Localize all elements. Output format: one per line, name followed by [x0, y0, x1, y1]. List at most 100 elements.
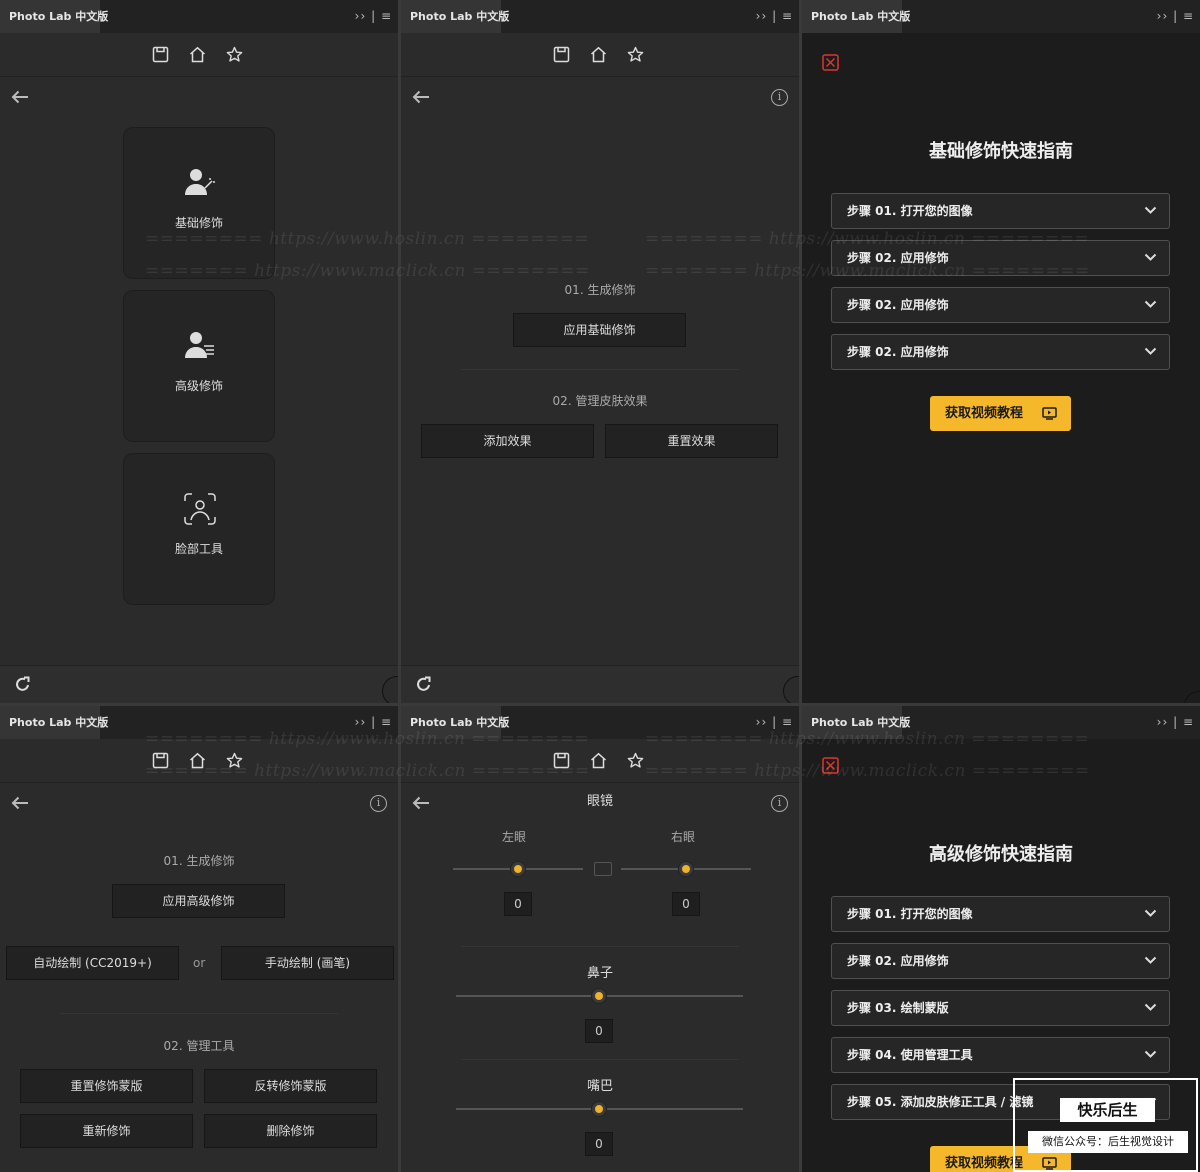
chevron-down-icon: [1144, 1003, 1157, 1011]
wechat-account-name: 快乐后生: [1060, 1098, 1155, 1122]
video-icon: [1042, 407, 1057, 420]
mouth-label: 嘴巴: [586, 1079, 613, 1094]
advanced-retouch-icon: [185, 332, 214, 358]
refresh-icon[interactable]: [15, 676, 31, 692]
divider: [60, 1013, 338, 1014]
watermark-text: ======== https://www.hoslin.cn ========: [645, 729, 1090, 749]
auto-draw-button[interactable]: 自动绘制 (CC2019+): [6, 946, 179, 980]
nose-label: 鼻子: [586, 966, 613, 981]
resize-handle[interactable]: [382, 676, 398, 703]
get-video-tutorial-button[interactable]: 获取视频教程: [930, 396, 1071, 431]
home-icon[interactable]: [590, 752, 607, 769]
chevron-down-icon: [1144, 1050, 1157, 1058]
guide-step[interactable]: 步骤 02. 应用修饰: [831, 287, 1170, 323]
step-label: 步骤 02. 应用修饰: [847, 345, 949, 359]
chevron-down-icon: [1144, 206, 1157, 214]
star-icon[interactable]: [627, 46, 644, 63]
basic-retouch-icon: [185, 169, 215, 195]
resize-handle[interactable]: [783, 676, 799, 703]
reset-mask-button[interactable]: 重置修饰蒙版: [20, 1069, 193, 1103]
panel-tab[interactable]: Photo Lab 中文版: [802, 0, 910, 33]
divider: [461, 946, 739, 947]
mouth-value[interactable]: 0: [585, 1132, 613, 1156]
star-icon[interactable]: [627, 752, 644, 769]
nose-value[interactable]: 0: [585, 1019, 613, 1043]
panel-basic-retouch: Photo Lab 中文版 ›› | ≡ i 01. 生成修饰 应用基础修饰 0…: [401, 0, 799, 703]
info-icon[interactable]: i: [771, 89, 788, 106]
guide-step[interactable]: 步骤 02. 应用修饰: [831, 334, 1170, 370]
panel-tab[interactable]: Photo Lab 中文版: [0, 706, 108, 739]
panel-basic-guide: Photo Lab 中文版 ›› | ≡ 基础修饰快速指南 步骤 01. 打开您…: [802, 0, 1200, 703]
watermark-text: ======= https://www.maclick.cn ========: [145, 761, 590, 781]
glasses-label: 眼镜: [586, 794, 613, 809]
panel-tab-bar: Photo Lab 中文版 ›› | ≡: [401, 0, 799, 33]
panel-tab-bar: Photo Lab 中文版 ›› | ≡: [0, 0, 398, 33]
back-arrow-icon[interactable]: [10, 89, 30, 105]
panel-menu-controls[interactable]: ›› | ≡: [355, 0, 392, 33]
wechat-account-subtitle: 微信公众号：后生视觉设计: [1028, 1131, 1188, 1153]
left-eye-slider-knob[interactable]: [511, 862, 525, 876]
invert-mask-button[interactable]: 反转修饰蒙版: [204, 1069, 377, 1103]
top-toolbar: [0, 33, 398, 77]
panel-tab[interactable]: Photo Lab 中文版: [401, 0, 509, 33]
watermark-text: ======== https://www.hoslin.cn ========: [145, 229, 590, 249]
watermark-text: ======= https://www.maclick.cn ========: [645, 261, 1090, 281]
save-icon[interactable]: [152, 46, 169, 63]
watermark-text: ======== https://www.hoslin.cn ========: [645, 229, 1090, 249]
chevron-down-icon: [1144, 300, 1157, 308]
card-advanced-retouch[interactable]: 高级修饰: [123, 290, 275, 442]
section-tools-label: 02. 管理工具: [163, 1039, 235, 1053]
close-icon[interactable]: [822, 54, 839, 71]
step-label: 步骤 01. 打开您的图像: [847, 204, 973, 218]
step-label: 步骤 05. 添加皮肤修正工具 / 滤镜: [847, 1095, 1034, 1109]
panel-menu-controls[interactable]: ›› | ≡: [1157, 706, 1194, 739]
wechat-badge-frame: [1013, 1078, 1198, 1172]
guide-step[interactable]: 步骤 04. 使用管理工具: [831, 1037, 1170, 1073]
card-basic-retouch[interactable]: 基础修饰: [123, 127, 275, 279]
guide-step[interactable]: 步骤 03. 绘制蒙版: [831, 990, 1170, 1026]
left-eye-label: 左眼: [502, 830, 527, 844]
nose-slider-knob[interactable]: [592, 989, 606, 1003]
panel-home-menu: Photo Lab 中文版 ›› | ≡ 基础修饰 高级修饰 脸部工具: [0, 0, 398, 703]
home-icon[interactable]: [189, 46, 206, 63]
chevron-down-icon: [1144, 253, 1157, 261]
divider: [461, 1059, 739, 1060]
section-generate-label: 01. 生成修饰: [163, 854, 235, 868]
panel-tab[interactable]: Photo Lab 中文版: [0, 0, 108, 33]
button-label: 获取视频教程: [945, 1156, 1024, 1171]
right-eye-label: 右眼: [671, 830, 696, 844]
chevron-down-icon: [1144, 909, 1157, 917]
card-label: 脸部工具: [174, 542, 223, 556]
link-icon[interactable]: [594, 862, 612, 876]
back-arrow-icon[interactable]: [10, 795, 30, 811]
resize-handle[interactable]: [1184, 691, 1200, 703]
home-icon[interactable]: [590, 46, 607, 63]
step-label: 步骤 02. 应用修饰: [847, 298, 949, 312]
delete-retouch-button[interactable]: 删除修饰: [204, 1114, 377, 1148]
re-retouch-button[interactable]: 重新修饰: [20, 1114, 193, 1148]
left-eye-value[interactable]: 0: [504, 892, 532, 916]
card-label: 高级修饰: [174, 379, 223, 393]
save-icon[interactable]: [553, 46, 570, 63]
guide-step[interactable]: 步骤 02. 应用修饰: [831, 943, 1170, 979]
panel-menu-controls[interactable]: ›› | ≡: [1157, 0, 1194, 33]
refresh-icon[interactable]: [416, 676, 432, 692]
guide-step[interactable]: 步骤 01. 打开您的图像: [831, 896, 1170, 932]
guide-step[interactable]: 步骤 01. 打开您的图像: [831, 193, 1170, 229]
manual-draw-button[interactable]: 手动绘制 (画笔): [221, 946, 394, 980]
right-eye-value[interactable]: 0: [672, 892, 700, 916]
card-face-tools[interactable]: 脸部工具: [123, 453, 275, 605]
apply-advanced-retouch-button[interactable]: 应用高级修饰: [112, 884, 285, 918]
star-icon[interactable]: [226, 46, 243, 63]
step-label: 步骤 04. 使用管理工具: [847, 1048, 973, 1062]
info-icon[interactable]: i: [370, 795, 387, 812]
add-effect-button[interactable]: 添加效果: [421, 424, 594, 458]
back-arrow-icon[interactable]: [411, 89, 431, 105]
panel-menu-controls[interactable]: ›› | ≡: [756, 0, 793, 33]
right-eye-slider-knob[interactable]: [679, 862, 693, 876]
top-toolbar: [401, 33, 799, 77]
mouth-slider-knob[interactable]: [592, 1102, 606, 1116]
reset-effect-button[interactable]: 重置效果: [605, 424, 778, 458]
apply-basic-retouch-button[interactable]: 应用基础修饰: [513, 313, 686, 347]
panel-tab-bar: Photo Lab 中文版 ›› | ≡: [802, 0, 1200, 33]
